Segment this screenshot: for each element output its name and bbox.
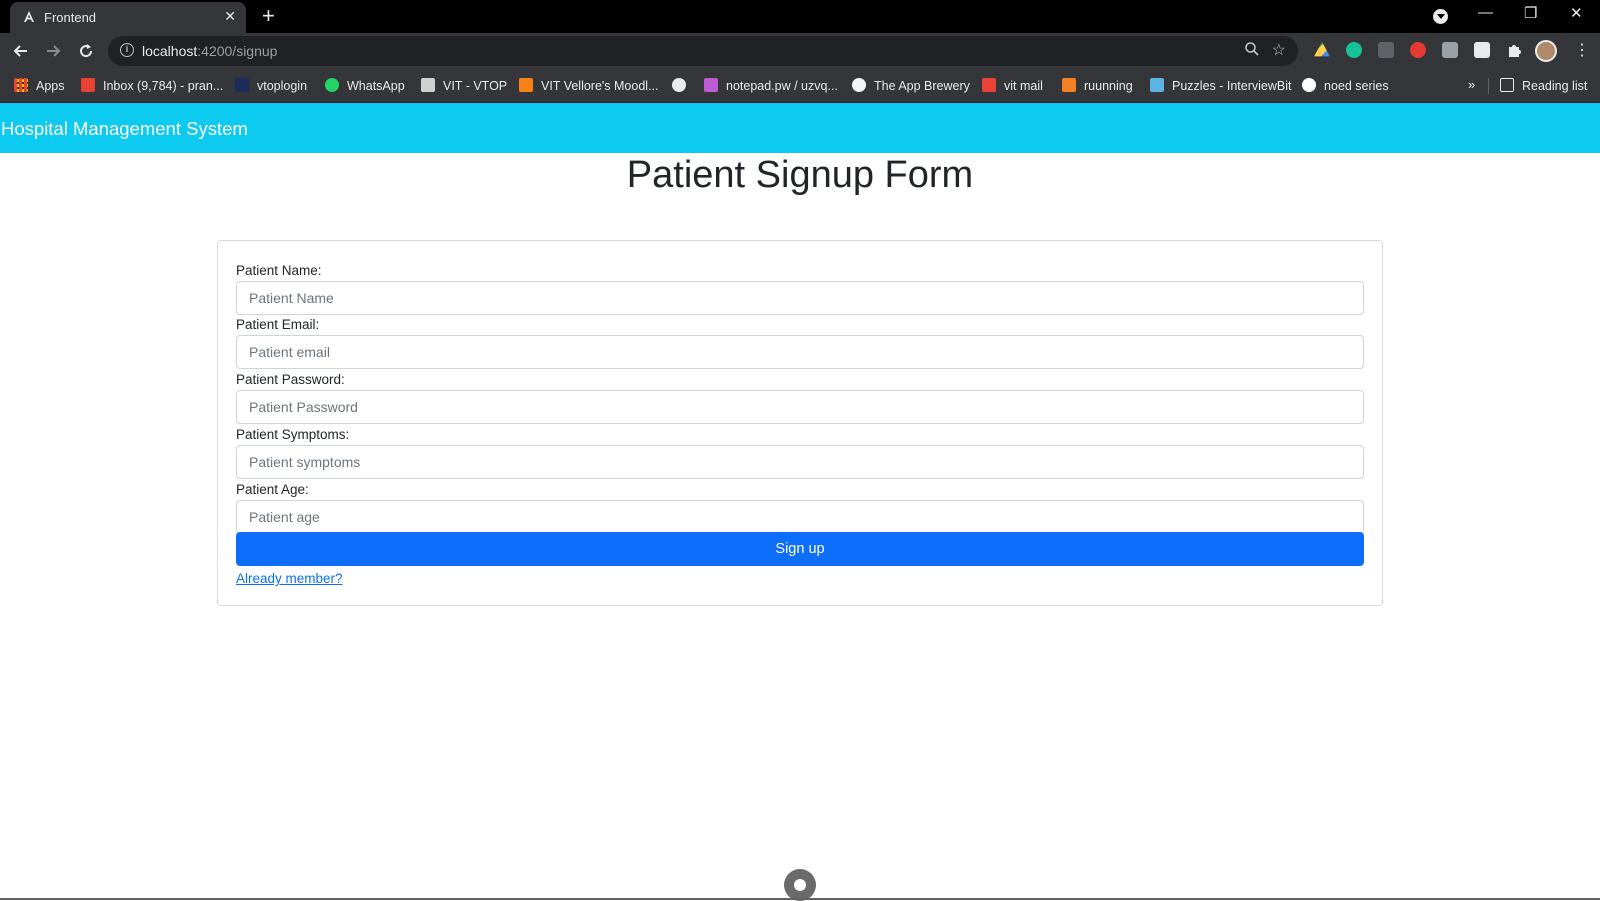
stackoverflow-icon [1062, 78, 1076, 92]
vtop-icon [235, 78, 249, 92]
bookmarks-divider [1488, 78, 1489, 94]
bookmark-moodle[interactable]: VIT Vellore's Moodl... [519, 78, 659, 93]
bookmark-notepad[interactable]: notepad.pw / uzvq... [704, 78, 838, 93]
app-brewery-icon [852, 78, 866, 92]
reading-list-button[interactable]: Reading list [1500, 78, 1587, 93]
bookmarks-overflow-icon[interactable]: » [1468, 77, 1475, 92]
google-drive-icon[interactable] [1314, 42, 1330, 57]
bookmark-star-icon[interactable]: ☆ [1272, 40, 1286, 60]
app-navbar: Hospital Management System [0, 103, 1600, 153]
patient-password-input[interactable] [236, 390, 1364, 424]
patient-email-input[interactable] [236, 335, 1364, 369]
browser-menu-icon[interactable]: ⋮ [1574, 40, 1590, 60]
adblock-icon[interactable] [1410, 42, 1426, 58]
bookmark-vit-vtop[interactable]: VIT - VTOP [421, 78, 507, 93]
browser-tab[interactable]: Frontend ✕ [10, 2, 246, 33]
vtop-page-icon [421, 78, 435, 92]
close-window-button[interactable]: ✕ [1570, 4, 1583, 22]
signup-button[interactable]: Sign up [236, 532, 1364, 566]
minimize-button[interactable]: — [1478, 4, 1493, 21]
site-info-icon[interactable]: i [120, 43, 134, 57]
notepad-icon [704, 78, 718, 92]
autoscroll-indicator-icon [784, 869, 816, 901]
signup-form: Patient Name: Patient Email: Patient Pas… [217, 240, 1383, 606]
reload-icon[interactable] [77, 42, 95, 60]
tab-title: Frontend [44, 10, 97, 25]
patient-email-label: Patient Email: [236, 317, 320, 332]
angular-icon [24, 11, 34, 22]
bookmarks-bar: Apps Inbox (9,784) - pran... vtoplogin W… [0, 69, 1600, 103]
url-text: localhost:4200/signup [142, 43, 278, 59]
bookmark-vtoplogin[interactable]: vtoplogin [235, 78, 307, 93]
media-extension-icon[interactable] [1474, 42, 1490, 58]
bookmark-globe[interactable] [672, 78, 686, 93]
tab-search-icon[interactable] [1433, 9, 1448, 24]
already-member-link[interactable]: Already member? [236, 571, 343, 586]
grammarly-icon[interactable] [1346, 42, 1362, 58]
tab-close-icon[interactable]: ✕ [224, 8, 236, 25]
moodle-icon [519, 78, 533, 92]
address-bar[interactable]: i localhost:4200/signup ☆ [108, 36, 1298, 66]
extensions-puzzle-icon[interactable] [1506, 42, 1522, 58]
patient-name-input[interactable] [236, 281, 1364, 315]
globe-icon [672, 78, 686, 92]
forward-arrow-icon[interactable] [44, 42, 62, 60]
back-arrow-icon[interactable] [12, 42, 30, 60]
reading-list-icon [1500, 78, 1514, 92]
restore-button[interactable]: ❐ [1524, 4, 1537, 22]
apps-grid-icon [14, 78, 28, 92]
bookmark-noed-series[interactable]: noed series [1302, 78, 1389, 93]
github-icon [1302, 78, 1316, 92]
extension-e-icon[interactable] [1378, 42, 1394, 58]
bookmark-inbox[interactable]: Inbox (9,784) - pran... [81, 78, 223, 93]
whatsapp-icon [325, 78, 339, 92]
bookmark-whatsapp[interactable]: WhatsApp [325, 78, 405, 93]
zoom-icon[interactable] [1244, 41, 1260, 57]
bookmark-apps[interactable]: Apps [14, 78, 65, 93]
interviewbit-icon [1150, 78, 1164, 92]
browser-toolbar: i localhost:4200/signup ☆ ⋮ [0, 33, 1600, 69]
profile-avatar[interactable] [1535, 40, 1557, 62]
patient-age-label: Patient Age: [236, 482, 309, 497]
bookmark-app-brewery[interactable]: The App Brewery [852, 78, 970, 93]
gmail-icon [982, 78, 996, 92]
new-tab-button[interactable]: + [262, 3, 275, 29]
patient-symptoms-label: Patient Symptoms: [236, 427, 350, 442]
patient-password-label: Patient Password: [236, 372, 345, 387]
browser-tabstrip: Frontend ✕ + — ❐ ✕ [0, 0, 1600, 33]
navbar-brand[interactable]: Hospital Management System [1, 118, 248, 140]
copy-extension-icon[interactable] [1442, 42, 1458, 58]
gmail-icon [81, 78, 95, 92]
bookmark-vit-mail[interactable]: vit mail [982, 78, 1043, 93]
patient-symptoms-input[interactable] [236, 445, 1364, 479]
patient-name-label: Patient Name: [236, 263, 322, 278]
bookmark-interviewbit[interactable]: Puzzles - InterviewBit [1150, 78, 1291, 93]
patient-age-input[interactable] [236, 500, 1364, 534]
page-title: Patient Signup Form [626, 154, 974, 196]
bookmark-ruunning[interactable]: ruunning [1062, 78, 1133, 93]
